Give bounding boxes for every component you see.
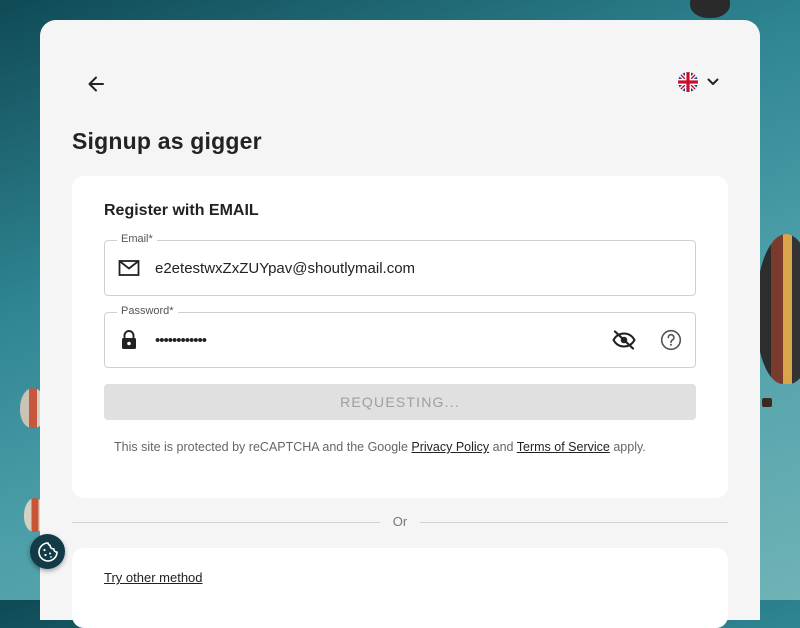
email-field: Email* — [104, 233, 696, 296]
page-title: Signup as gigger — [72, 128, 262, 154]
back-button[interactable] — [76, 64, 116, 104]
other-method-panel: Try other method — [72, 548, 728, 628]
background-balloon — [690, 0, 730, 18]
recaptcha-notice: This site is protected by reCAPTCHA and … — [114, 440, 646, 454]
uk-flag-icon — [678, 72, 698, 92]
language-selector[interactable] — [678, 72, 720, 92]
email-input[interactable] — [155, 255, 595, 281]
signup-card: Signup as gigger Register with EMAIL Ema… — [40, 20, 760, 628]
form-title: Register with EMAIL — [104, 202, 259, 219]
password-field: Password* — [104, 305, 696, 368]
recaptcha-suffix: apply. — [613, 440, 646, 454]
toggle-password-visibility-button[interactable] — [611, 328, 637, 352]
try-other-method-link[interactable]: Try other method — [104, 570, 203, 585]
terms-of-service-link[interactable]: Terms of Service — [517, 440, 610, 454]
mail-icon — [117, 257, 141, 279]
password-help-button[interactable] — [658, 328, 684, 352]
divider-line-right — [420, 522, 728, 523]
chevron-down-icon — [707, 78, 719, 85]
arrow-left-icon — [88, 76, 104, 92]
or-divider: Or — [72, 514, 728, 530]
password-label: Password* — [117, 305, 178, 317]
cookie-settings-button[interactable] — [30, 534, 65, 569]
eye-off-icon — [612, 330, 636, 350]
email-label: Email* — [117, 233, 157, 245]
recaptcha-and: and — [492, 440, 514, 454]
submit-button[interactable]: REQUESTING... — [104, 384, 696, 420]
recaptcha-prefix: This site is protected by reCAPTCHA and … — [114, 440, 408, 454]
background-balloon — [756, 234, 800, 407]
privacy-policy-link[interactable]: Privacy Policy — [411, 440, 489, 454]
email-register-panel: Register with EMAIL Email* Password* — [72, 176, 728, 498]
cookie-icon — [37, 541, 58, 562]
lock-icon — [117, 329, 141, 351]
password-input[interactable] — [155, 327, 595, 353]
question-circle-icon — [660, 329, 682, 351]
